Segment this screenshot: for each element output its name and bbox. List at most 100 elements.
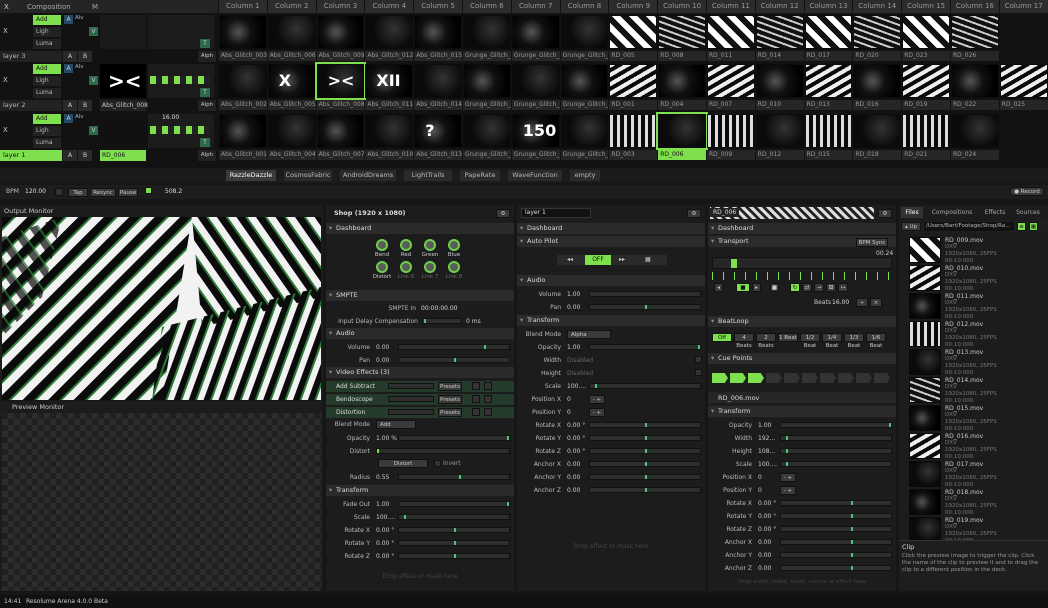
- alv-label[interactable]: Alv: [75, 114, 84, 120]
- blend-option[interactable]: Luma: [33, 39, 61, 49]
- column-header[interactable]: Column 7: [511, 0, 561, 13]
- layer-preview-thumb[interactable]: [100, 114, 146, 148]
- beatloop-option[interactable]: 1/6 Beat: [866, 333, 886, 349]
- cue-point-button[interactable]: [784, 373, 800, 383]
- clip-name[interactable]: Abs_Glitch_008: [316, 100, 365, 110]
- clip-roty-slider[interactable]: [780, 513, 892, 519]
- beatloop-option[interactable]: 1/4 Beat: [822, 333, 842, 349]
- layer-name[interactable]: layer 1: [0, 150, 62, 161]
- clip-anchy-slider[interactable]: [780, 552, 892, 558]
- layer-volume-slider[interactable]: [589, 291, 701, 297]
- clip-thumbnail[interactable]: [414, 15, 462, 49]
- autopilot-next-icon[interactable]: ▸▸: [619, 256, 625, 263]
- effect-name[interactable]: Distortion: [336, 409, 365, 416]
- loop-button[interactable]: ↻: [790, 283, 800, 292]
- clip-thumbnail[interactable]: X: [267, 64, 316, 98]
- beatloop-option[interactable]: 2 Beats: [756, 333, 776, 349]
- comp-rotz-slider[interactable]: [398, 553, 510, 559]
- cue-point-button[interactable]: [766, 373, 782, 383]
- dashboard-knob[interactable]: [424, 261, 436, 273]
- clip-thumbnail[interactable]: [511, 64, 560, 98]
- dashboard-knob[interactable]: [400, 239, 412, 251]
- comp-rotx-slider[interactable]: [398, 527, 510, 533]
- clip-thumbnail[interactable]: [463, 15, 511, 49]
- dashboard-knob[interactable]: [400, 261, 412, 273]
- clip-thumbnail[interactable]: ><: [314, 62, 367, 100]
- clip-name[interactable]: RD_015: [804, 150, 853, 160]
- clip-name[interactable]: Abs_Glitch_010: [365, 150, 414, 160]
- clip-thumbnail[interactable]: [560, 64, 609, 98]
- cue-point-button[interactable]: [802, 373, 818, 383]
- clip-name[interactable]: RD_022: [951, 100, 999, 110]
- clip-name[interactable]: Grunge_Glitch_004: [511, 150, 560, 160]
- file-item[interactable]: RD_019.movDXV1920x1080, 25FPS00:10:000: [899, 515, 1044, 540]
- effect-presets-button[interactable]: Presets: [438, 395, 462, 404]
- layer-height-checkbox[interactable]: [695, 369, 702, 376]
- t-button[interactable]: T: [200, 39, 210, 48]
- comp-scale-slider[interactable]: [398, 514, 510, 520]
- clip-name[interactable]: Grunge_Glitch_003: [463, 51, 511, 61]
- column-header[interactable]: Column 13: [804, 0, 854, 13]
- clip-name[interactable]: Abs_Glitch_004: [267, 150, 316, 160]
- distort-slider[interactable]: [376, 448, 510, 454]
- clip-name[interactable]: RD_026: [951, 51, 999, 61]
- blend-option[interactable]: Add: [33, 64, 61, 74]
- alv-label[interactable]: Alv: [75, 64, 84, 70]
- bounce-button[interactable]: ⇄: [802, 283, 812, 292]
- clip-drop-hint[interactable]: Drop audio, video, mask, source or effec…: [708, 579, 896, 585]
- clip-thumbnail[interactable]: [609, 114, 658, 148]
- play-reverse-button[interactable]: ◂: [714, 283, 723, 292]
- comp-dashboard-section[interactable]: Dashboard: [326, 223, 514, 234]
- clip-thumbnail[interactable]: [951, 64, 999, 98]
- blend-option[interactable]: Add: [33, 15, 61, 25]
- beats-value[interactable]: 16.00: [832, 299, 849, 306]
- layer-b-button[interactable]: B: [78, 100, 92, 111]
- cue-point-button[interactable]: [874, 373, 890, 383]
- clip-name[interactable]: Abs_Glitch_014: [414, 100, 462, 110]
- smpte-section[interactable]: SMPTE: [326, 290, 514, 301]
- layer-drop-hint[interactable]: Drop effect or mask here: [517, 543, 705, 550]
- effect-row[interactable]: Distortion Presets: [326, 407, 514, 418]
- effect-presets-button[interactable]: Presets: [438, 382, 462, 391]
- clip-name[interactable]: Grunge_Glitch_008: [560, 100, 609, 110]
- clip-thumbnail[interactable]: [511, 15, 560, 49]
- layer-opacity-slider[interactable]: [589, 344, 701, 350]
- a-toggle[interactable]: A: [64, 64, 73, 73]
- clip-name[interactable]: Abs_Glitch_001: [219, 150, 267, 160]
- clip-thumbnail[interactable]: [902, 114, 950, 148]
- clip-thumbnail[interactable]: [658, 15, 706, 49]
- a-toggle[interactable]: A: [64, 114, 73, 123]
- clip-name[interactable]: Grunge_Glitch_001: [463, 150, 511, 160]
- clip-thumbnail[interactable]: XII: [365, 64, 414, 98]
- clip-name[interactable]: RD_009: [707, 150, 755, 160]
- deck-tab[interactable]: CosmosFabric: [284, 170, 332, 181]
- clip-rotz-slider[interactable]: [780, 526, 892, 532]
- beats-divide-button[interactable]: ÷: [856, 298, 868, 307]
- clip-thumbnail[interactable]: [853, 64, 902, 98]
- alpha-label[interactable]: Alph: [198, 51, 216, 62]
- clip-thumbnail[interactable]: [267, 15, 316, 49]
- clip-thumbnail[interactable]: [365, 114, 414, 148]
- distort-select[interactable]: Distort: [378, 459, 428, 468]
- clip-name[interactable]: Abs_Glitch_013: [414, 150, 462, 160]
- t-button[interactable]: T: [200, 138, 210, 147]
- effect-row[interactable]: Add Subtract Presets: [326, 381, 514, 392]
- clip-thumbnail[interactable]: [219, 64, 267, 98]
- column-header[interactable]: Column 11: [707, 0, 756, 13]
- layer-b-button[interactable]: B: [78, 150, 92, 161]
- autopilot-section[interactable]: Auto Pilot: [517, 236, 705, 247]
- column-header[interactable]: Column 5: [414, 0, 463, 13]
- clip-name[interactable]: RD_023: [902, 51, 950, 61]
- clip-thumbnail[interactable]: [463, 114, 511, 148]
- clip-anchx-slider[interactable]: [780, 539, 892, 545]
- clip-height-slider[interactable]: [780, 448, 892, 454]
- effect-remove-button[interactable]: [484, 395, 492, 403]
- random-button[interactable]: ⚅: [826, 283, 836, 292]
- layer-width-checkbox[interactable]: [695, 356, 702, 363]
- clip-thumbnail[interactable]: [219, 114, 267, 148]
- comp-audio-section[interactable]: Audio: [326, 328, 514, 339]
- clip-thumbnail[interactable]: [463, 64, 511, 98]
- layer-b-button[interactable]: B: [78, 51, 92, 62]
- clip-name[interactable]: Grunge_Glitch_005: [511, 100, 560, 110]
- blend-option[interactable]: Luma: [33, 88, 61, 98]
